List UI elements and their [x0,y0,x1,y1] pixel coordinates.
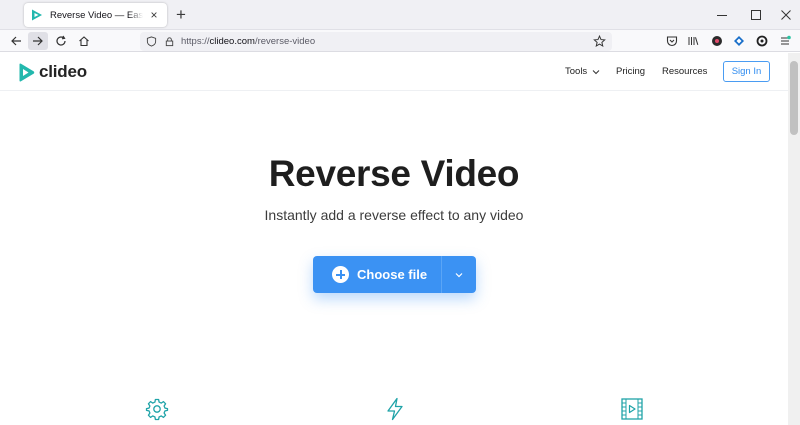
chevron-down-icon [592,69,600,74]
bookmark-star-icon[interactable] [593,35,606,48]
maximize-icon[interactable] [747,6,765,24]
url-text: https://clideo.com/reverse-video [181,36,316,47]
sign-in-button[interactable]: Sign In [723,61,770,82]
page-title: Reverse Video [268,153,520,194]
menu-icon[interactable] [777,33,793,49]
home-icon[interactable] [74,32,94,50]
address-bar[interactable]: https://clideo.com/reverse-video [140,32,612,51]
browser-tab-bar: Reverse Video — Easy-to-Use Online × + [0,0,800,30]
page-content: clideo Tools Pricing Resources Sign In R… [0,53,788,425]
site-header: clideo Tools Pricing Resources Sign In [0,53,788,91]
library-icon[interactable] [685,33,701,49]
back-icon[interactable] [6,32,26,50]
gear-icon [145,397,169,421]
logo-text: clideo [39,62,87,81]
minimize-icon[interactable] [713,6,731,24]
choose-file-button-group: Choose file [313,256,476,293]
lightning-icon [383,397,407,421]
nav-pricing[interactable]: Pricing [616,66,645,77]
nav-tools-label: Tools [565,66,588,77]
tab-title: Reverse Video — Easy-to-Use Online [50,9,143,21]
browser-tab[interactable]: Reverse Video — Easy-to-Use Online × [24,3,167,27]
lock-icon[interactable] [164,36,175,47]
page-subtitle: Instantly add a reverse effect to any vi… [264,207,524,223]
shield-icon[interactable] [146,36,157,47]
reload-icon[interactable] [51,32,71,50]
scrollbar-thumb[interactable] [790,61,798,135]
choose-file-label: Choose file [357,267,428,282]
chevron-down-icon [455,272,463,277]
tab-close-icon[interactable]: × [147,8,161,22]
clideo-favicon-icon [32,9,42,21]
choose-file-button[interactable]: Choose file [313,256,442,293]
close-window-icon[interactable] [777,6,795,24]
extension-ring-icon[interactable] [754,33,770,49]
extension-blue-diamond-icon[interactable] [731,33,747,49]
forward-icon[interactable] [28,32,48,50]
clideo-logo[interactable]: clideo [18,62,87,82]
nav-tools[interactable]: Tools [565,66,600,77]
plus-circle-icon [332,266,349,283]
browser-toolbar: https://clideo.com/reverse-video [0,30,800,52]
extension-dark-icon[interactable] [709,33,725,49]
upload-source-dropdown-button[interactable] [442,256,476,293]
nav-resources[interactable]: Resources [662,66,707,77]
page-scrollbar[interactable] [788,53,800,425]
pocket-icon[interactable] [664,33,680,49]
clideo-logo-icon [19,63,35,81]
new-tab-icon[interactable]: + [172,5,190,24]
video-frame-icon [620,397,644,421]
